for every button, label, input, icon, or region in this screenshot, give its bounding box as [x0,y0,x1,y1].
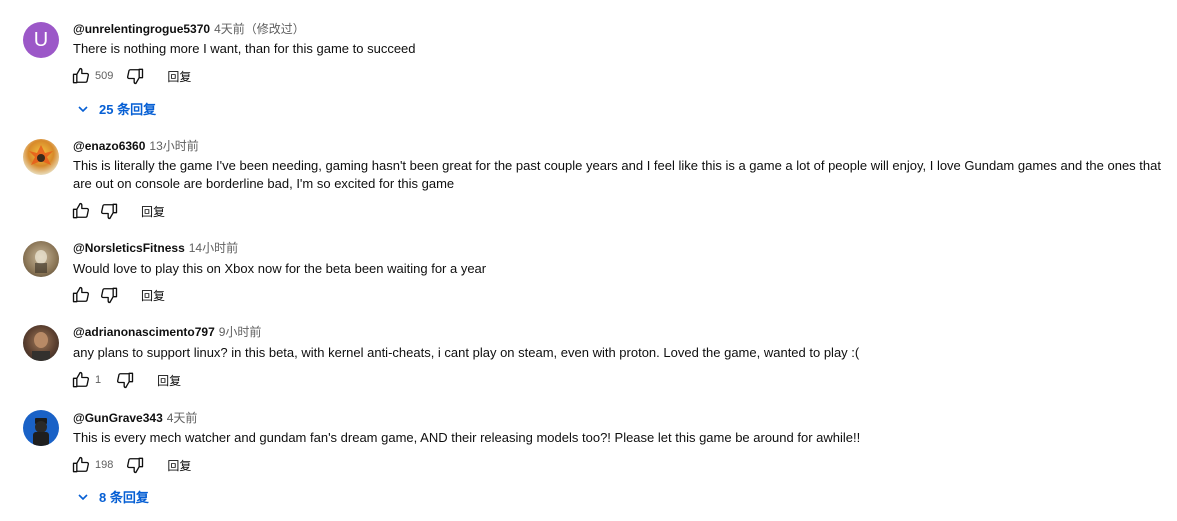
comment-actions: 509 回复 [71,66,191,86]
avatar[interactable] [23,139,59,175]
like-icon[interactable] [71,285,91,305]
comment-actions: 回复 [71,201,165,221]
like-count: 509 [95,70,114,82]
comment-header: @GunGrave343 4天前 [73,410,197,426]
view-replies-button[interactable]: 25 条回复 [77,99,156,118]
replies-label: 25 条回复 [99,102,157,117]
like-count: 1 [95,374,102,386]
comment-header: @adrianonascimento797 9小时前 [73,324,261,340]
comment-time[interactable]: 14小时前 [189,241,238,255]
dislike-icon[interactable] [99,201,119,221]
comment-text: This is literally the game I've been nee… [73,158,1161,191]
avatar-letter: U [33,28,49,51]
comment-text: This is every mech watcher and gundam fa… [73,430,861,445]
avatar-image [32,332,50,361]
avatar[interactable]: U [23,22,59,58]
replies-label: 8 条回复 [99,490,149,505]
dislike-icon[interactable] [115,370,135,390]
comment-text: any plans to support linux? in this beta… [73,345,860,360]
avatar[interactable] [23,241,59,277]
like-icon[interactable] [71,66,91,86]
dislike-icon[interactable] [125,66,145,86]
comment-time[interactable]: 13小时前 [149,139,198,153]
comment-header: @unrelentingrogue5370 4天前（修改过） [73,21,305,37]
comment-actions: 回复 [71,285,165,305]
like-icon[interactable] [71,455,91,475]
dislike-icon[interactable] [99,285,119,305]
comment-author[interactable]: @GunGrave343 [73,411,163,425]
comment-author[interactable]: @adrianonascimento797 [73,325,215,339]
like-icon[interactable] [71,370,91,390]
chevron-down-icon [78,105,88,112]
comment-actions: 198 回复 [71,455,191,475]
reply-button[interactable]: 回复 [141,287,165,304]
view-replies-button[interactable]: 8 条回复 [77,487,149,506]
comment-header: @enazo6360 13小时前 [73,138,199,154]
dislike-icon[interactable] [125,455,145,475]
comment-header: @NorsleticsFitness 14小时前 [73,240,238,256]
comment-time[interactable]: 4天前 [167,411,198,425]
reply-button[interactable]: 回复 [167,457,191,474]
comment-author[interactable]: @NorsleticsFitness [73,241,185,255]
comment-actions: 1 回复 [71,370,181,390]
comment-time[interactable]: 9小时前 [219,325,262,339]
comment-author[interactable]: @enazo6360 [73,139,145,153]
avatar-image [33,418,49,446]
reply-button[interactable]: 回复 [167,68,191,85]
comment-time[interactable]: 4天前（修改过） [214,22,305,36]
avatar-image [29,145,53,165]
chevron-down-icon [78,493,88,500]
comment-author[interactable]: @unrelentingrogue5370 [73,22,210,36]
comment-text: Would love to play this on Xbox now for … [73,261,487,276]
like-icon[interactable] [71,201,91,221]
avatar[interactable] [23,410,59,446]
comment-text: There is nothing more I want, than for t… [73,41,416,56]
avatar[interactable] [23,325,59,361]
like-count: 198 [95,459,114,471]
reply-button[interactable]: 回复 [141,203,165,220]
reply-button[interactable]: 回复 [157,372,181,389]
avatar-image [35,250,47,273]
